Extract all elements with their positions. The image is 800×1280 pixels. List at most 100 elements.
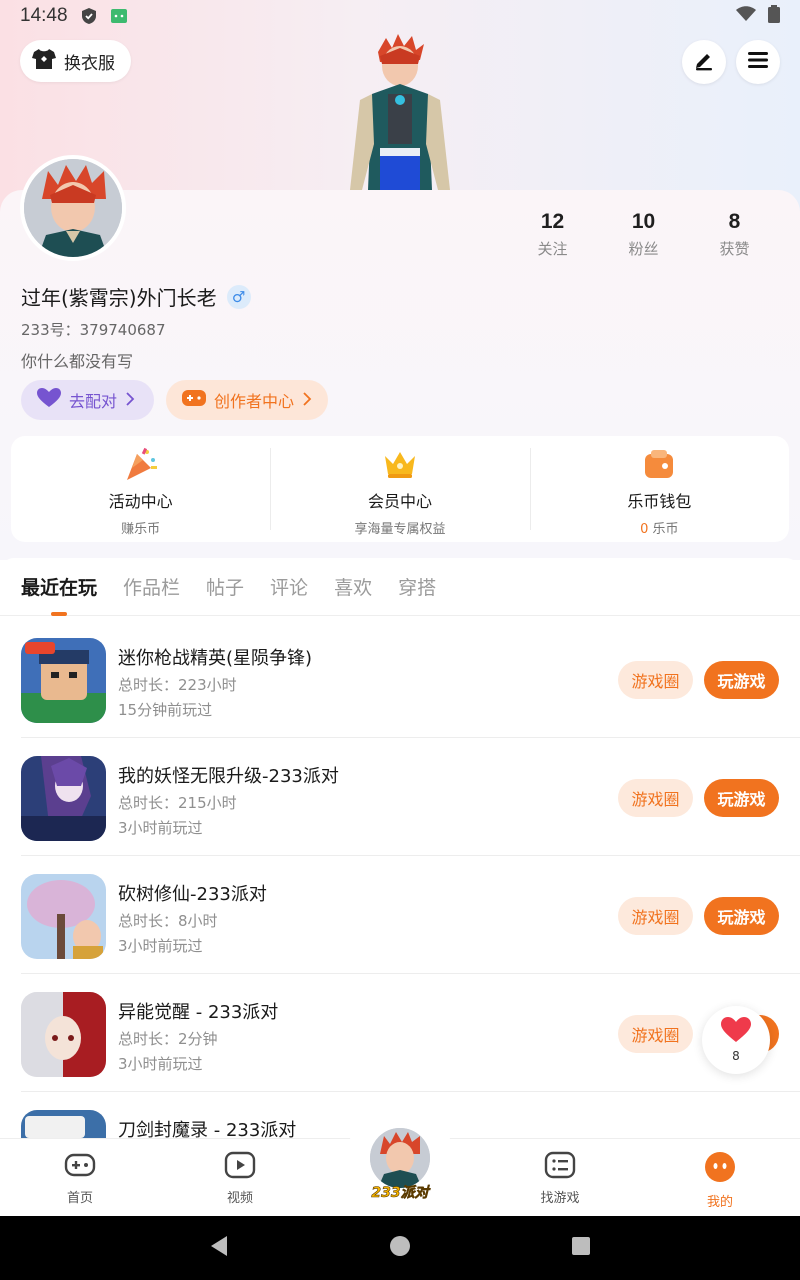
quick-entry-subtitle: 0 乐币 — [640, 518, 678, 537]
game-title: 砍树修仙-233派对 — [118, 884, 267, 905]
tab-comments[interactable]: 评论 — [270, 558, 308, 616]
like-count: 8 — [732, 1049, 740, 1063]
coin-unit: 乐币 — [652, 522, 679, 537]
stat-value: 10 — [631, 210, 656, 233]
username-row: 过年(紫霄宗)外门长老 ♂ — [21, 282, 251, 311]
list-icon — [544, 1151, 576, 1183]
crown-icon — [382, 446, 418, 482]
game-circle-button[interactable]: 游戏圈 — [618, 1015, 693, 1053]
nav-me[interactable]: 我的 — [640, 1139, 800, 1216]
recents-icon[interactable] — [571, 1236, 591, 1260]
floating-like-button[interactable]: 8 — [702, 1006, 770, 1074]
game-circle-button[interactable]: 游戏圈 — [618, 897, 693, 935]
game-circle-button[interactable]: 游戏圈 — [618, 661, 693, 699]
change-outfit-label: 换衣服 — [64, 53, 115, 74]
stat-followers[interactable]: 10 粉丝 — [598, 210, 689, 259]
gamepad-icon — [182, 389, 206, 411]
list-item[interactable]: 异能觉醒 - 233派对 总时长：2分钟 3小时前玩过 游戏圈 玩游戏 — [0, 974, 800, 1092]
shield-icon — [80, 7, 98, 25]
wallet-entry[interactable]: 乐币钱包 0 乐币 — [529, 436, 789, 542]
nav-home[interactable]: 首页 — [0, 1139, 160, 1216]
quick-entry-title: 乐币钱包 — [627, 492, 692, 511]
change-outfit-button[interactable]: 换衣服 — [20, 40, 131, 82]
menu-button[interactable] — [736, 40, 780, 84]
game-title: 异能觉醒 - 233派对 — [118, 1002, 279, 1023]
stat-value: 8 — [728, 210, 741, 233]
wallet-icon — [641, 446, 677, 482]
vip-center-entry[interactable]: 会员中心 享海量专属权益 — [270, 436, 529, 542]
game-duration: 总时长：215小时 — [118, 794, 237, 812]
list-item[interactable]: 迷你枪战精英(星陨争锋) 总时长：223小时 15分钟前玩过 游戏圈 玩游戏 — [0, 620, 800, 738]
android-navigation-bar — [0, 1216, 800, 1280]
nav-party-center-button[interactable]: 233派对 — [360, 1116, 440, 1208]
wifi-icon — [736, 5, 756, 27]
gamepad-icon — [64, 1151, 96, 1183]
chevron-right-icon — [125, 391, 135, 410]
nav-label: 找游戏 — [540, 1191, 580, 1206]
username: 过年(紫霄宗)外门长老 — [21, 286, 217, 310]
activity-center-entry[interactable]: 活动中心 赚乐币 — [11, 436, 270, 542]
male-gender-icon: ♂ — [226, 284, 251, 309]
game-circle-button[interactable]: 游戏圈 — [618, 779, 693, 817]
pair-label: 去配对 — [69, 392, 118, 411]
play-game-button[interactable]: 玩游戏 — [704, 779, 779, 817]
play-game-button[interactable]: 玩游戏 — [704, 661, 779, 699]
quick-entry-subtitle: 享海量专属权益 — [354, 522, 446, 537]
menu-icon — [747, 50, 769, 74]
stat-value: 12 — [540, 210, 565, 233]
stat-following[interactable]: 12 关注 — [507, 210, 598, 259]
game-last-played: 3小时前玩过 — [118, 937, 203, 955]
pair-button[interactable]: 去配对 — [21, 380, 154, 420]
stat-label: 关注 — [537, 240, 568, 258]
android-icon — [110, 7, 128, 25]
back-icon[interactable] — [209, 1235, 229, 1261]
home-icon[interactable] — [389, 1235, 411, 1261]
stat-label: 获赞 — [719, 240, 750, 258]
user-id[interactable]: 233号：379740687 — [21, 319, 166, 340]
creator-center-label: 创作者中心 — [214, 392, 295, 411]
game-last-played: 3小时前玩过 — [118, 1055, 203, 1073]
creator-center-button[interactable]: 创作者中心 — [166, 380, 328, 420]
user-bio[interactable]: 你什么都没有写 — [21, 348, 133, 372]
profile-tabs: 最近在玩 作品栏 帖子 评论 喜欢 穿搭 — [0, 558, 800, 616]
tab-recently-played[interactable]: 最近在玩 — [21, 558, 97, 616]
game-icon[interactable] — [21, 874, 106, 959]
avatar — [368, 1126, 432, 1190]
stat-likes[interactable]: 8 获赞 — [689, 210, 780, 259]
tab-posts[interactable]: 帖子 — [206, 558, 244, 616]
game-title: 我的妖怪无限升级-233派对 — [118, 766, 339, 787]
game-last-played: 3小时前玩过 — [118, 819, 203, 837]
nav-label: 我的 — [706, 1195, 733, 1210]
game-title: 迷你枪战精英(星陨争锋) — [118, 648, 313, 669]
stat-label: 粉丝 — [628, 240, 659, 258]
coin-balance: 0 — [640, 522, 649, 537]
tab-likes[interactable]: 喜欢 — [334, 558, 372, 616]
game-icon[interactable] — [21, 992, 106, 1077]
heart-icon — [721, 1017, 751, 1047]
tab-works[interactable]: 作品栏 — [123, 558, 180, 616]
status-time: 14:48 — [20, 5, 68, 26]
heart-icon — [37, 388, 61, 412]
play-game-button[interactable]: 玩游戏 — [704, 897, 779, 935]
battery-icon — [768, 4, 780, 28]
nav-video[interactable]: 视频 — [160, 1139, 320, 1216]
quick-entry-title: 活动中心 — [108, 492, 173, 511]
game-duration: 总时长：2分钟 — [118, 1030, 218, 1048]
list-item[interactable]: 我的妖怪无限升级-233派对 总时长：215小时 3小时前玩过 游戏圈 玩游戏 — [0, 738, 800, 856]
game-icon[interactable] — [21, 638, 106, 723]
profile-stats: 12 关注 10 粉丝 8 获赞 — [507, 210, 780, 259]
shirt-icon — [32, 48, 56, 75]
video-play-icon — [224, 1151, 256, 1183]
quick-entry-title: 会员中心 — [367, 492, 432, 511]
avatar[interactable] — [20, 155, 126, 261]
face-icon — [704, 1151, 736, 1187]
game-last-played: 15分钟前玩过 — [118, 701, 213, 719]
nav-find-games[interactable]: 找游戏 — [480, 1139, 640, 1216]
edit-profile-button[interactable] — [682, 40, 726, 84]
list-item[interactable]: 砍树修仙-233派对 总时长：8小时 3小时前玩过 游戏圈 玩游戏 — [0, 856, 800, 974]
avatar-3d-character[interactable] — [340, 34, 460, 194]
pen-icon — [693, 49, 715, 75]
game-duration: 总时长：8小时 — [118, 912, 218, 930]
tab-outfits[interactable]: 穿搭 — [398, 558, 436, 616]
game-icon[interactable] — [21, 756, 106, 841]
